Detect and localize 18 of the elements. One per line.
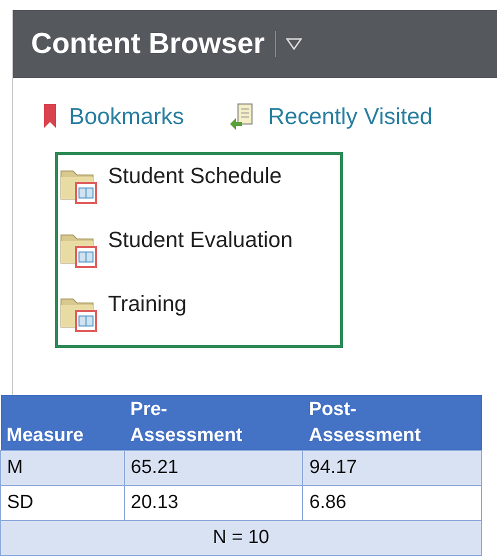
- sample-size-cell: N = 10: [0, 520, 482, 556]
- table-cell: 65.21: [124, 450, 303, 486]
- folder-name: Student Evaluation: [108, 227, 293, 253]
- folder-item[interactable]: Student Evaluation: [58, 227, 340, 269]
- table-cell: 94.17: [302, 450, 482, 486]
- dropdown-icon[interactable]: [286, 38, 302, 50]
- column-header: Measure: [0, 395, 124, 451]
- recent-link[interactable]: Recently Visited: [228, 102, 433, 130]
- panel-title: Content Browser: [31, 28, 265, 60]
- folder-item[interactable]: Student Schedule: [58, 163, 340, 205]
- folder-name: Student Schedule: [108, 163, 282, 189]
- folder-name: Training: [108, 291, 187, 317]
- column-header: Post- Assessment: [302, 395, 482, 451]
- column-header: Pre- Assessment: [124, 395, 303, 451]
- table-cell: M: [0, 450, 124, 486]
- bookmark-icon: [43, 103, 57, 129]
- folder-item[interactable]: Training: [58, 291, 340, 333]
- bookmarks-link[interactable]: Bookmarks: [43, 102, 184, 130]
